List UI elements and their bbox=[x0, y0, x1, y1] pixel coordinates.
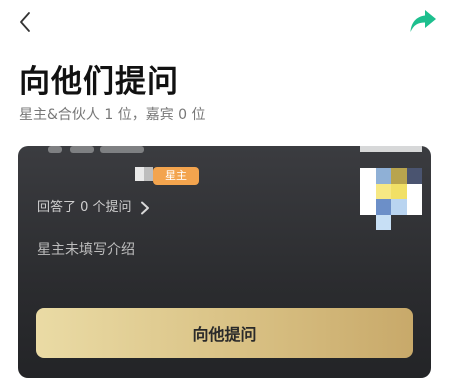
owner-name-pixelated bbox=[135, 167, 153, 181]
share-button[interactable] bbox=[408, 8, 438, 36]
back-button[interactable] bbox=[14, 10, 36, 34]
owner-card: 星主 回答了 0 个提问 星主未填写介绍 向他提问 bbox=[18, 146, 431, 378]
owner-name-blurred bbox=[48, 146, 148, 154]
answered-questions-text: 回答了 0 个提问 bbox=[37, 200, 132, 215]
top-bar bbox=[0, 0, 450, 46]
owner-avatar[interactable] bbox=[360, 168, 422, 230]
owner-role-badge: 星主 bbox=[153, 167, 199, 185]
chevron-left-icon bbox=[20, 12, 30, 32]
ask-question-button[interactable]: 向他提问 bbox=[36, 308, 413, 358]
chevron-right-icon bbox=[140, 201, 149, 214]
avatar-edge bbox=[360, 146, 422, 152]
answered-questions-link[interactable]: 回答了 0 个提问 bbox=[37, 198, 150, 218]
share-arrow-icon bbox=[410, 10, 436, 32]
page-title: 向他们提问 bbox=[19, 64, 179, 100]
owner-intro: 星主未填写介绍 bbox=[37, 242, 135, 258]
member-count-subtitle: 星主&合伙人 1 位，嘉宾 0 位 bbox=[19, 107, 206, 123]
